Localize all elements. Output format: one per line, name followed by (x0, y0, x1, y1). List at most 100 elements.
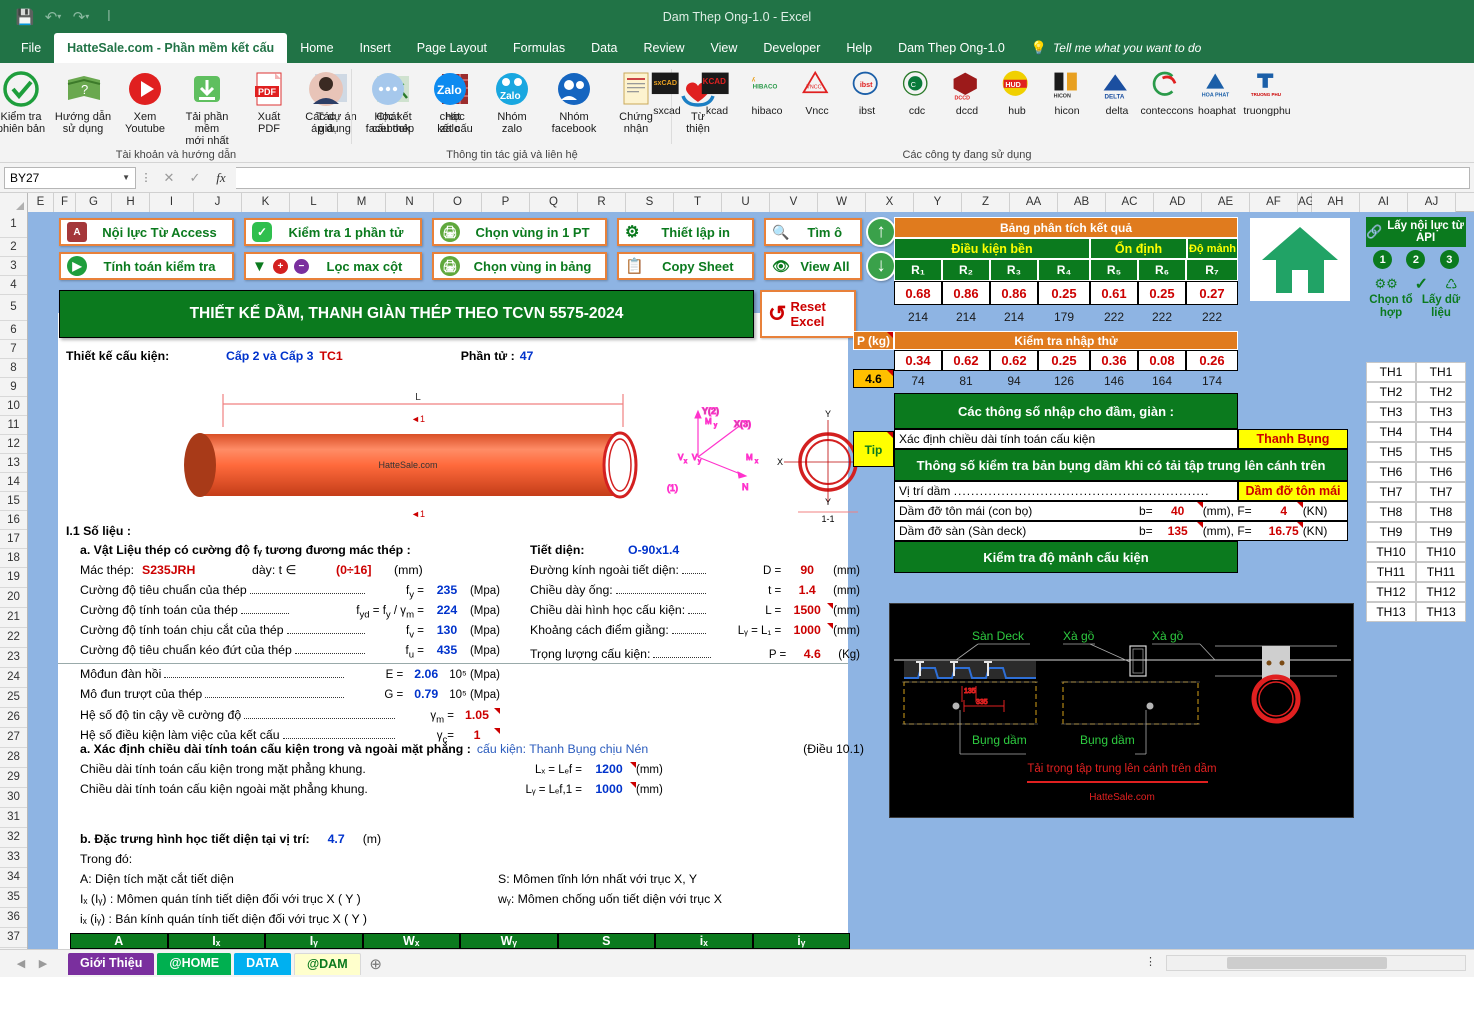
ribbon-item-hicon-logo[interactable]: HICON hicon (1042, 65, 1092, 117)
th-cell[interactable]: TH11 (1366, 562, 1416, 582)
th-cell[interactable]: TH10 (1416, 542, 1466, 562)
tab-developer[interactable]: Developer (750, 33, 833, 63)
tab-data[interactable]: Data (578, 33, 630, 63)
fx-icon[interactable]: fx (208, 170, 234, 186)
p-value[interactable]: 4.6 (853, 369, 894, 388)
column-header-O[interactable]: O (434, 193, 482, 212)
th-cell[interactable]: TH13 (1366, 602, 1416, 622)
row-header-28[interactable]: 28 (0, 748, 27, 768)
row-header-29[interactable]: 29 (0, 768, 27, 788)
row-header-31[interactable]: 31 (0, 808, 27, 828)
check-icon[interactable]: ✓ (1415, 274, 1428, 294)
tab-formulas[interactable]: Formulas (500, 33, 578, 63)
grid-options-icon[interactable]: ⋮ (1145, 955, 1156, 968)
row-header-14[interactable]: 14 (0, 473, 27, 492)
params-row5-b-value[interactable]: 135 (1153, 521, 1203, 541)
column-header-Z[interactable]: Z (962, 193, 1010, 212)
row-header-35[interactable]: 35 (0, 888, 27, 908)
step-2-badge[interactable]: 2 (1406, 250, 1426, 269)
column-header-I[interactable]: I (150, 193, 194, 212)
column-header-K[interactable]: K (242, 193, 290, 212)
row-header-9[interactable]: 9 (0, 378, 27, 397)
th-cell[interactable]: TH12 (1366, 582, 1416, 602)
column-header-M[interactable]: M (338, 193, 386, 212)
tab-dam-thep-ong[interactable]: Dam Thep Ong-1.0 (885, 33, 1018, 63)
row-header-20[interactable]: 20 (0, 588, 27, 608)
th-cell[interactable]: TH4 (1416, 422, 1466, 442)
column-header-T[interactable]: T (674, 193, 722, 212)
th-cell[interactable]: TH11 (1416, 562, 1466, 582)
ribbon-item-cdc-logo[interactable]: Ccdc (892, 65, 942, 117)
th-cell[interactable]: TH5 (1416, 442, 1466, 462)
th-cell[interactable]: TH2 (1366, 382, 1416, 402)
column-header-G[interactable]: G (76, 193, 112, 212)
redo-icon[interactable]: ↷ ▾ (68, 5, 94, 29)
ribbon-item-vncc-logo[interactable]: VNCC Vncc (792, 65, 842, 117)
column-header-AF[interactable]: AF (1250, 193, 1298, 212)
th-cell[interactable]: TH7 (1416, 482, 1466, 502)
button-tinh-toan-kiem-tra[interactable]: ▶ Tính toán kiểm tra (59, 252, 234, 280)
row-header-21[interactable]: 21 (0, 608, 27, 628)
column-header-L[interactable]: L (290, 193, 338, 212)
undo-icon[interactable]: ↶ ▾ (40, 5, 66, 29)
row-header-15[interactable]: 15 (0, 492, 27, 511)
params-row1-value[interactable]: Thanh Bụng (1238, 429, 1348, 449)
button-chon-vung-in-1pt[interactable]: 🖨 Chọn vùng in 1 PT (432, 218, 607, 246)
button-kiem-tra-1-phan-tu[interactable]: ✓ Kiểm tra 1 phần tử (244, 218, 422, 246)
horizontal-scrollbar[interactable] (1166, 955, 1466, 971)
column-header-S[interactable]: S (626, 193, 674, 212)
row-header-32[interactable]: 32 (0, 828, 27, 848)
row-header-30[interactable]: 30 (0, 788, 27, 808)
material-row-value[interactable]: 435 (424, 643, 470, 657)
step-3-badge[interactable]: 3 (1439, 250, 1459, 269)
row-header-12[interactable]: 12 (0, 435, 27, 454)
row-header-23[interactable]: 23 (0, 648, 27, 668)
th-cell[interactable]: TH1 (1416, 362, 1466, 382)
step-1-badge[interactable]: 1 (1373, 250, 1393, 269)
th-cell[interactable]: TH6 (1416, 462, 1466, 482)
row-header-27[interactable]: 27 (0, 728, 27, 748)
row-header-24[interactable]: 24 (0, 668, 27, 688)
scroll-down-button[interactable]: ↓ (866, 251, 896, 281)
th-cell[interactable]: TH7 (1366, 482, 1416, 502)
ribbon-item-hibaco-logo[interactable]: ʎ HIBACO hibaco (742, 65, 792, 117)
column-header-AG[interactable]: AG (1298, 193, 1315, 212)
chevron-down-icon[interactable]: ▼ (122, 173, 130, 182)
th-cell[interactable]: TH9 (1416, 522, 1466, 542)
refresh-box-icon[interactable]: ♺ (1445, 276, 1458, 293)
th-cell[interactable]: TH4 (1366, 422, 1416, 442)
material-row-value[interactable]: 130 (424, 623, 470, 637)
row-header-25[interactable]: 25 (0, 688, 27, 708)
row-header-7[interactable]: 7 (0, 340, 27, 359)
column-header-AH[interactable]: AH (1312, 193, 1360, 212)
sheet-tab-dam[interactable]: @DAM (293, 952, 361, 975)
sheet-canvas[interactable]: A Nội lực Từ Access ▶ Tính toán kiểm tra… (28, 212, 1474, 949)
row-header-16[interactable]: 16 (0, 511, 27, 530)
row-header-5[interactable]: 5 (0, 295, 27, 321)
th-cell[interactable]: TH1 (1366, 362, 1416, 382)
th-cell[interactable]: TH10 (1366, 542, 1416, 562)
ribbon-item-coteccons-logo[interactable]: conteccons (1140, 65, 1194, 117)
ribbon-item-truongphu-logo[interactable]: TRUONG PHU truongphu (1242, 65, 1292, 117)
column-header-F[interactable]: F (54, 193, 76, 212)
params-row4-f-value[interactable]: 4 (1265, 501, 1303, 521)
column-header-J[interactable]: J (194, 193, 242, 212)
section-prop-value[interactable]: 4.6 (786, 647, 838, 661)
column-header-Q[interactable]: Q (530, 193, 578, 212)
row-header-13[interactable]: 13 (0, 454, 27, 473)
column-header-Y[interactable]: Y (914, 193, 962, 212)
ribbon-item-book-help[interactable]: ? Hướng dẫn sử dụng (52, 65, 114, 135)
params-row3-value[interactable]: Dầm đỡ tôn mái (1238, 481, 1348, 501)
material-row-value[interactable]: 0.79 (403, 687, 449, 701)
column-header-U[interactable]: U (722, 193, 770, 212)
column-header-N[interactable]: N (386, 193, 434, 212)
ribbon-item-zalo-group[interactable]: Zalo Nhóm zalo (481, 65, 543, 135)
button-view-all[interactable]: 👁 View All (764, 252, 862, 280)
row-header-33[interactable]: 33 (0, 848, 27, 868)
ribbon-item-zalo[interactable]: Zalo chát zalo (419, 65, 481, 135)
th-cell[interactable]: TH2 (1416, 382, 1466, 402)
column-header-AI[interactable]: AI (1360, 193, 1408, 212)
save-icon[interactable]: 💾 (12, 5, 38, 29)
button-copy-sheet[interactable]: 📋 Copy Sheet (617, 252, 754, 280)
tell-me-box[interactable]: 💡 Tell me what you want to do (1018, 33, 1215, 63)
